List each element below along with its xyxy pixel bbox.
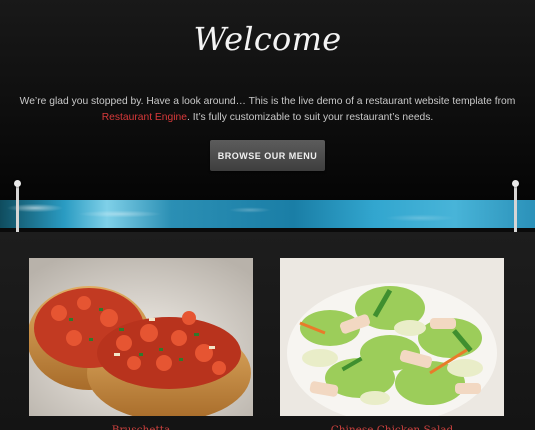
left-pin-top-knob [14, 180, 21, 187]
page-title: Welcome [193, 20, 342, 58]
browse-menu-button[interactable]: BROWSE OUR MENU [210, 140, 325, 171]
caption-bruschetta[interactable]: Bruschetta [29, 421, 253, 430]
chicken-salad-photo[interactable] [280, 258, 504, 416]
caption-chicken-salad[interactable]: Chinese Chicken Salad [280, 421, 504, 430]
intro-line-1: We’re glad you stopped by. Have a look a… [19, 96, 516, 107]
ocean-wave-highlight [0, 200, 535, 228]
restaurant-engine-link[interactable]: Restaurant Engine [102, 112, 187, 123]
intro-line-2: . It’s fully customizable to suit your r… [187, 112, 434, 123]
bruschetta-photo[interactable] [29, 258, 253, 416]
intro-text: We’re glad you stopped by. Have a look a… [14, 94, 521, 126]
right-pin-top-knob [512, 180, 519, 187]
ocean-banner [0, 200, 535, 228]
